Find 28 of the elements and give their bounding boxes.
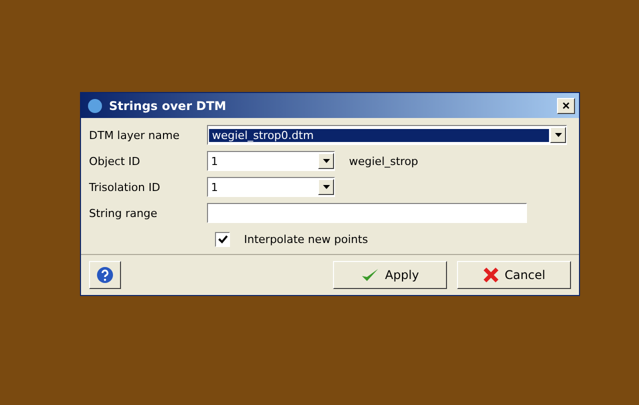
cancel-button[interactable]: Cancel <box>457 261 571 289</box>
caret-icon <box>322 185 330 189</box>
caret-icon <box>322 159 330 163</box>
checkbox[interactable] <box>215 232 230 246</box>
dropdown-field[interactable]: wegiel_strop0.dtm <box>207 125 567 145</box>
window-title: Strings over DTM <box>109 98 228 112</box>
dropdown-button[interactable] <box>318 153 334 169</box>
field-value: 1 <box>210 154 219 168</box>
dropdown-button[interactable] <box>550 127 566 143</box>
caret-icon <box>554 133 562 137</box>
object-name: wegiel_strop <box>349 154 418 168</box>
checkmark-icon <box>361 268 380 282</box>
field-label: Object ID <box>89 154 142 168</box>
dropdown-field[interactable]: 1 <box>207 177 335 197</box>
field-label: String range <box>89 206 158 220</box>
field-label: DTM layer name <box>89 128 180 142</box>
field-label: Trisolation ID <box>89 180 162 194</box>
cross-icon <box>482 267 499 283</box>
help-button[interactable] <box>89 261 121 289</box>
help-icon <box>96 266 114 284</box>
apply-button[interactable]: Apply <box>333 261 447 289</box>
dropdown-button[interactable] <box>318 179 334 195</box>
dropdown-field[interactable]: 1 <box>207 151 335 171</box>
checkbox-label: Interpolate new points <box>244 232 368 246</box>
input-field[interactable] <box>207 203 527 223</box>
field-value: 1 <box>210 180 219 194</box>
field-value: wegiel_strop0.dtm <box>209 128 549 142</box>
close-button[interactable]: × <box>557 98 575 114</box>
